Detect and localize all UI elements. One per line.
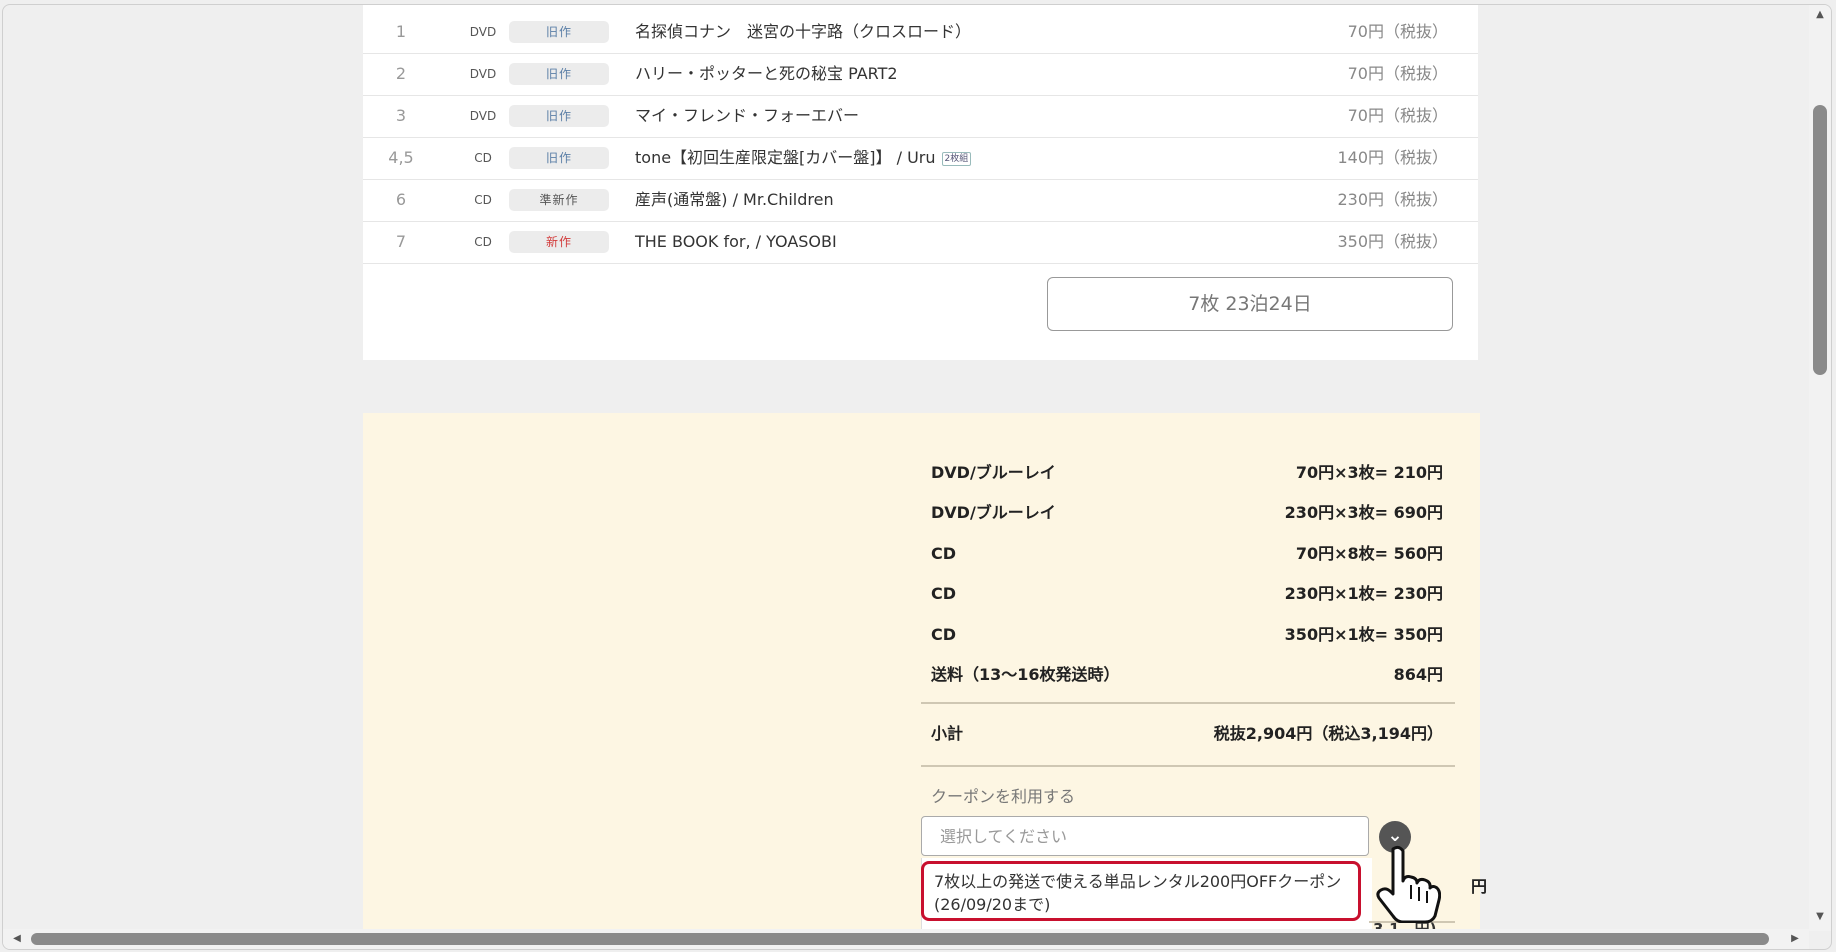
disc-count-badge: 2枚組 — [941, 151, 972, 166]
scroll-right-icon[interactable]: ▶ — [1789, 933, 1801, 945]
charge-line: CD 70円×8枚= 560円 — [931, 539, 1451, 569]
charge-label: DVD/ブルーレイ — [931, 463, 1056, 482]
release-tag: 旧作 — [509, 21, 609, 43]
release-tag: 準新作 — [509, 189, 609, 211]
horizontal-scrollbar[interactable]: ◀ ▶ — [3, 929, 1809, 949]
rental-list-panel: 1 DVD 旧作 名探偵コナン 迷宮の十字路（クロスロード） 70円（税抜） 2… — [363, 5, 1478, 360]
item-title[interactable]: マイ・フレンド・フォーエバー — [635, 95, 859, 137]
subtotal-label: 小計 — [931, 724, 964, 743]
item-price: 140円（税抜） — [1337, 148, 1448, 167]
item-title[interactable]: 産声(通常盤) / Mr.Children — [635, 179, 834, 221]
release-tag: 新作 — [509, 231, 609, 253]
coupon-option-title: 7枚以上の発送で使える単品レンタル200円OFFクーポン — [934, 872, 1342, 891]
charge-value: 864円 — [1393, 665, 1443, 684]
charge-line: CD 230円×1枚= 230円 — [931, 579, 1451, 609]
charge-label: 送料（13～16枚発送時） — [931, 665, 1120, 684]
table-row: 6 CD 準新作 産声(通常盤) / Mr.Children 230円（税抜） — [363, 179, 1478, 222]
charge-label: CD — [931, 625, 957, 644]
charge-value: 230円×1枚= 230円 — [1284, 584, 1443, 603]
charge-label: DVD/ブルーレイ — [931, 503, 1056, 522]
item-price: 70円（税抜） — [1347, 22, 1448, 41]
coupon-select[interactable]: 選択してください — [921, 816, 1369, 856]
table-row: 2 DVD 旧作 ハリー・ポッターと死の秘宝 PART2 70円（税抜） — [363, 53, 1478, 96]
item-title[interactable]: ハリー・ポッターと死の秘宝 PART2 — [635, 53, 898, 95]
media-type: DVD — [469, 25, 497, 39]
hand-cursor-icon — [1376, 845, 1441, 923]
charge-label: CD — [931, 584, 957, 603]
scroll-down-icon[interactable]: ▼ — [1814, 911, 1826, 923]
item-title[interactable]: tone【初回生産限定盤[カバー盤]】 / Uru 2枚組 — [635, 137, 972, 179]
item-price: 350円（税抜） — [1337, 232, 1448, 251]
browser-viewport: 1 DVD 旧作 名探偵コナン 迷宮の十字路（クロスロード） 70円（税抜） 2… — [2, 4, 1832, 950]
table-row: 1 DVD 旧作 名探偵コナン 迷宮の十字路（クロスロード） 70円（税抜） — [363, 11, 1478, 54]
divider — [921, 702, 1455, 704]
charge-line: DVD/ブルーレイ 230円×3枚= 690円 — [931, 498, 1451, 528]
item-price: 70円（税抜） — [1347, 106, 1448, 125]
item-title-text: tone【初回生産限定盤[カバー盤]】 / Uru — [635, 148, 936, 167]
charge-value: 350円×1枚= 350円 — [1284, 625, 1443, 644]
release-tag: 旧作 — [509, 63, 609, 85]
horizontal-scroll-thumb[interactable] — [31, 933, 1769, 945]
charge-value: 70円×3枚= 210円 — [1295, 463, 1443, 482]
charge-line: CD 350円×1枚= 350円 — [931, 620, 1451, 650]
divider — [921, 765, 1455, 767]
media-type: CD — [474, 235, 492, 249]
vertical-scrollbar[interactable]: ▲ ▼ — [1809, 5, 1831, 931]
subtotal-value: 税抜2,904円（税込3,194円） — [1213, 724, 1443, 743]
item-number: 1 — [395, 22, 407, 41]
vertical-scroll-thumb[interactable] — [1813, 105, 1827, 375]
item-title[interactable]: THE BOOK for, / YOASOBI — [635, 221, 837, 263]
media-type: CD — [474, 193, 492, 207]
price-summary-panel: DVD/ブルーレイ 70円×3枚= 210円 DVD/ブルーレイ 230円×3枚… — [363, 413, 1487, 949]
charge-label: CD — [931, 544, 957, 563]
item-number: 6 — [395, 190, 407, 209]
coupon-option[interactable]: 7枚以上の発送で使える単品レンタル200円OFFクーポン (26/09/20まで… — [921, 861, 1361, 921]
item-price: 70円（税抜） — [1347, 64, 1448, 83]
media-type: CD — [474, 151, 492, 165]
hidden-value-peek: 円 — [1471, 877, 1488, 896]
item-title[interactable]: 名探偵コナン 迷宮の十字路（クロスロード） — [635, 11, 971, 53]
item-number: 3 — [395, 106, 407, 125]
item-number: 4,5 — [388, 148, 414, 167]
media-type: DVD — [469, 109, 497, 123]
charge-value: 230円×3枚= 690円 — [1284, 503, 1443, 522]
table-row: 3 DVD 旧作 マイ・フレンド・フォーエバー 70円（税抜） — [363, 95, 1478, 138]
coupon-option-expiry: (26/09/20まで) — [934, 895, 1051, 914]
table-row: 4,5 CD 旧作 tone【初回生産限定盤[カバー盤]】 / Uru 2枚組 1… — [363, 137, 1478, 180]
rental-summary-box: 7枚 23泊24日 — [1047, 277, 1453, 331]
item-number: 7 — [395, 232, 407, 251]
subtotal-line: 小計 税抜2,904円（税込3,194円） — [931, 719, 1451, 749]
charge-value: 70円×8枚= 560円 — [1295, 544, 1443, 563]
table-row: 7 CD 新作 THE BOOK for, / YOASOBI 350円（税抜） — [363, 221, 1478, 264]
scroll-up-icon[interactable]: ▲ — [1814, 9, 1826, 21]
item-price: 230円（税抜） — [1337, 190, 1448, 209]
item-number: 2 — [395, 64, 407, 83]
shipping-line: 送料（13～16枚発送時） 864円 — [931, 660, 1451, 690]
charge-line: DVD/ブルーレイ 70円×3枚= 210円 — [931, 458, 1451, 488]
release-tag: 旧作 — [509, 147, 609, 169]
release-tag: 旧作 — [509, 105, 609, 127]
scroll-left-icon[interactable]: ◀ — [11, 933, 23, 945]
media-type: DVD — [469, 67, 497, 81]
coupon-label: クーポンを利用する — [931, 787, 1076, 806]
